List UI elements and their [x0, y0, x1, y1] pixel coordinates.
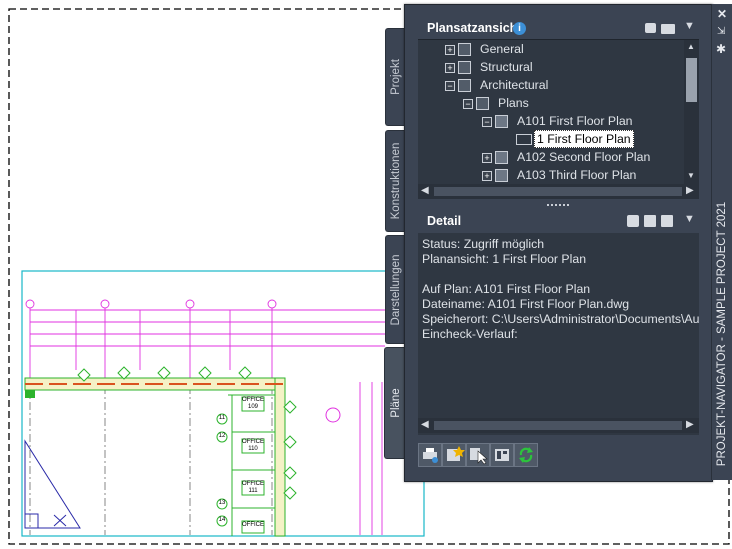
tab-label: Pläne: [389, 388, 402, 418]
detail-checkin: Eincheck-Verlauf:: [422, 327, 518, 341]
room-label: OFFICE: [242, 522, 264, 528]
detail-location: Speicherort: C:\Users\Administrator\Docu…: [422, 312, 699, 326]
close-icon[interactable]: ✕: [717, 7, 727, 21]
tree-vscrollbar[interactable]: ▲ ▼: [684, 40, 699, 184]
grid-lines: [29, 386, 273, 535]
scroll-left-icon[interactable]: ◀: [421, 185, 429, 196]
tab-darstellungen[interactable]: Darstellungen: [385, 235, 406, 344]
bubble-label: 14: [218, 517, 226, 523]
subset-icon: [458, 43, 471, 56]
gear-icon[interactable]: ✱: [716, 42, 726, 56]
detail-plan-view: Planansicht: 1 First Floor Plan: [422, 252, 587, 266]
room-tags: [241, 396, 265, 534]
hscroll-thumb[interactable]: [434, 421, 682, 430]
sheet-set-title: Plansatzansicht: [427, 21, 522, 35]
detail-panel: Status: Zugriff möglich Planansicht: 1 F…: [418, 233, 699, 435]
scroll-down-icon[interactable]: ▼: [687, 171, 695, 180]
room-label: OFFICE: [242, 439, 264, 445]
tab-label: Konstruktionen: [390, 142, 402, 220]
sheet-icon: [495, 151, 508, 164]
viewport-frame[interactable]: [21, 270, 425, 537]
preview-icon[interactable]: [627, 215, 639, 227]
tree-label: A102 Second Floor Plan: [517, 150, 651, 164]
grid-bubbles: [25, 299, 277, 309]
tab-label: Darstellungen: [390, 254, 402, 325]
scroll-right-icon[interactable]: ▶: [686, 185, 694, 196]
new-sheet-button[interactable]: [442, 443, 466, 467]
view-icon: [516, 134, 532, 145]
info-icon[interactable]: i: [513, 22, 526, 35]
detail-title: Detail: [427, 214, 462, 228]
tree-label: Structural: [480, 60, 533, 74]
expand-icon[interactable]: +: [482, 171, 492, 181]
pin-icon[interactable]: ⇲: [717, 26, 725, 37]
tab-label: Projekt: [390, 59, 402, 95]
subset-icon: [476, 97, 489, 110]
palette-title: PROJEKT-NAVIGATOR - SAMPLE PROJECT 2021: [716, 201, 728, 467]
hscroll-thumb[interactable]: [434, 187, 682, 196]
subset-icon: [458, 61, 471, 74]
refresh-icon: [519, 447, 533, 463]
scroll-up-icon[interactable]: ▲: [687, 42, 695, 51]
room-label: OFFICE: [242, 397, 264, 403]
expand-icon[interactable]: +: [445, 45, 455, 55]
printer-icon: [423, 448, 438, 463]
tree-hscrollbar[interactable]: ◀ ▶: [418, 184, 699, 199]
splitter-grip[interactable]: [547, 204, 569, 209]
sheet-icon: [495, 169, 508, 182]
wand-icon[interactable]: [645, 23, 656, 33]
north-arrow-triangle: [24, 439, 81, 529]
room-label: OFFICE: [242, 481, 264, 487]
collapse-icon[interactable]: −: [482, 117, 492, 127]
sheet-icon: [495, 115, 508, 128]
publish-button[interactable]: [418, 443, 442, 467]
room-number: 110: [248, 446, 258, 452]
sheet-tree[interactable]: + General + Structural − Architectural −…: [418, 40, 684, 184]
tree-label: General: [480, 42, 524, 56]
collapse-icon[interactable]: −: [445, 81, 455, 91]
expand-icon[interactable]: +: [482, 153, 492, 163]
detail-on-plan: Auf Plan: A101 First Floor Plan: [422, 282, 591, 296]
bubble-label: 13: [218, 500, 226, 506]
scroll-left-icon[interactable]: ◀: [421, 419, 429, 430]
collapse-icon[interactable]: −: [463, 99, 473, 109]
detail-status: Status: Zugriff möglich: [422, 237, 545, 251]
tab-konstruktionen[interactable]: Konstruktionen: [385, 130, 406, 232]
tree-label: A101 First Floor Plan: [517, 114, 633, 128]
search-icon[interactable]: [661, 215, 673, 227]
tree-label: Architectural: [480, 78, 549, 92]
palette-titlebar[interactable]: ✕ ⇲ ✱ PROJEKT-NAVIGATOR - SAMPLE PROJECT…: [711, 4, 732, 480]
detail-hscrollbar[interactable]: ◀ ▶: [418, 418, 699, 433]
tree-label-selected: 1 First Floor Plan: [534, 130, 634, 148]
bubble-label: 12: [218, 433, 226, 439]
tab-projekt[interactable]: Projekt: [385, 28, 406, 126]
room-number: 109: [247, 404, 258, 410]
view-button[interactable]: [466, 443, 490, 467]
cursor-icon: [470, 448, 488, 465]
subset-icon: [458, 79, 471, 92]
scroll-thumb[interactable]: [686, 58, 697, 102]
layout-button[interactable]: [490, 443, 514, 467]
details-icon[interactable]: [644, 215, 656, 227]
scroll-right-icon[interactable]: ▶: [686, 419, 694, 430]
room-number: 111: [248, 488, 258, 494]
expand-icon[interactable]: +: [445, 63, 455, 73]
detail-header: Detail ▼: [418, 210, 699, 232]
sheet-set-header: Plansatzansicht i ▼: [418, 18, 699, 40]
folder-icon[interactable]: [661, 24, 675, 34]
tree-label: Plans: [498, 96, 529, 110]
chevron-down-icon[interactable]: ▼: [684, 213, 695, 225]
layout-icon: [495, 449, 509, 461]
detail-file-name: Dateiname: A101 First Floor Plan.dwg: [422, 297, 630, 311]
chevron-down-icon[interactable]: ▼: [684, 20, 695, 32]
refresh-button[interactable]: [514, 443, 538, 467]
bubble-label: 11: [218, 415, 226, 421]
tree-label: A103 Third Floor Plan: [517, 168, 637, 182]
sheet-star-icon: [447, 446, 465, 461]
tab-plaene[interactable]: Pläne: [384, 347, 406, 459]
